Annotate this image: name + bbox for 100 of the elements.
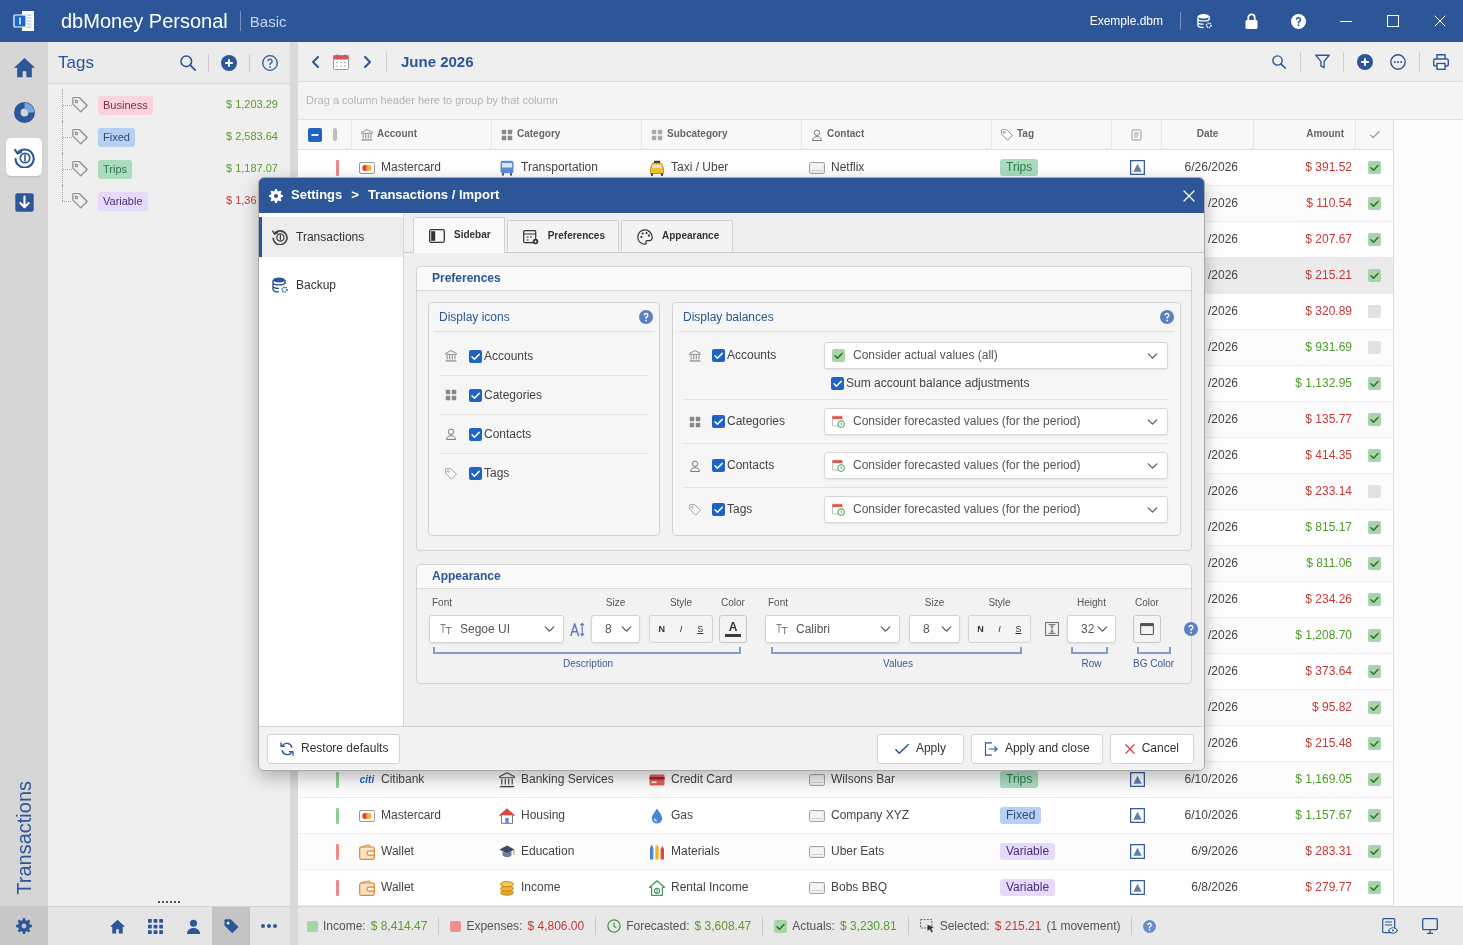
balance-mode-select[interactable]: Consider actual values (all) (824, 342, 1168, 369)
maximize-icon[interactable] (1386, 15, 1399, 27)
triangle-box-icon[interactable] (1129, 160, 1145, 175)
done-checkbox[interactable] (1368, 305, 1381, 318)
print-icon[interactable] (1433, 53, 1449, 70)
apply-and-close-button[interactable]: Apply and close (970, 733, 1103, 764)
done-checkbox[interactable] (1368, 197, 1381, 210)
view-button[interactable] (212, 907, 250, 945)
done-checkbox[interactable] (1368, 485, 1381, 498)
database-icon[interactable] (1197, 13, 1212, 29)
font-select[interactable]: Segoe UI (429, 615, 564, 643)
tag-label[interactable]: Business (98, 95, 153, 115)
tag-label[interactable]: Trips (98, 159, 133, 179)
done-checkbox[interactable] (1368, 809, 1381, 822)
filter-icon[interactable] (1314, 54, 1330, 69)
apply-button[interactable]: Apply (876, 733, 964, 764)
done-checkbox[interactable] (1368, 413, 1381, 426)
done-checkbox[interactable] (1368, 521, 1381, 534)
style-toggle[interactable]: I (671, 617, 691, 641)
background-color-button[interactable] (1133, 615, 1161, 643)
tag-label[interactable]: Variable (98, 191, 148, 211)
settings-nav-item[interactable]: Transactions (259, 217, 403, 257)
settings-tab[interactable]: Sidebar (413, 217, 505, 253)
triangle-box-icon[interactable] (1129, 844, 1145, 859)
restore-defaults-button[interactable]: Restore defaults (267, 733, 401, 764)
font-size-icon[interactable] (570, 621, 585, 637)
column-header[interactable]: Account (377, 128, 417, 141)
triangle-box-icon[interactable] (1129, 772, 1145, 787)
done-checkbox[interactable] (1368, 377, 1381, 390)
settings-tab[interactable]: Appearance (620, 220, 734, 252)
done-checkbox[interactable] (1368, 341, 1381, 354)
done-checkbox[interactable] (1368, 557, 1381, 570)
checkbox[interactable] (469, 388, 482, 402)
settings-tab[interactable]: Preferences (506, 220, 619, 252)
search-icon[interactable] (1272, 54, 1286, 69)
done-checkbox[interactable] (1368, 701, 1381, 714)
done-checkbox[interactable] (1368, 845, 1381, 858)
done-checkbox[interactable] (1368, 161, 1381, 174)
calendar-icon[interactable] (333, 53, 349, 70)
settings-icon[interactable] (16, 917, 32, 934)
style-toggle[interactable]: N (971, 617, 990, 641)
tag-label[interactable]: Fixed (98, 127, 135, 147)
add-icon[interactable] (221, 54, 237, 71)
help-icon[interactable] (1160, 310, 1174, 324)
checkbox[interactable] (831, 376, 844, 390)
checkbox[interactable] (469, 467, 482, 480)
balance-mode-select[interactable]: Consider forecasted values (for the period) (824, 496, 1168, 523)
column-header[interactable]: Date (1196, 128, 1219, 141)
style-toggle[interactable]: N (652, 617, 672, 641)
close-icon[interactable] (1433, 15, 1446, 27)
font-color-button[interactable]: A (719, 615, 747, 643)
select-all-checkbox[interactable] (308, 127, 322, 142)
chevron-right-icon[interactable] (363, 55, 371, 68)
checkbox[interactable] (712, 349, 725, 362)
checkbox[interactable] (712, 503, 725, 516)
size-select[interactable]: 8 (909, 615, 960, 643)
minimize-icon[interactable] (1339, 20, 1352, 22)
balance-mode-select[interactable]: Consider forecasted values (for the period) (824, 452, 1168, 479)
nav-rail-button[interactable] (6, 138, 42, 176)
close-icon[interactable] (1183, 189, 1195, 202)
style-toggle[interactable]: I (990, 617, 1009, 641)
help-icon[interactable] (1291, 13, 1306, 29)
done-checkbox[interactable] (1368, 737, 1381, 750)
help-icon[interactable] (262, 54, 278, 71)
checkbox[interactable] (712, 415, 725, 428)
lock-icon[interactable] (1245, 13, 1258, 29)
help-icon[interactable] (1184, 622, 1199, 636)
done-checkbox[interactable] (1368, 593, 1381, 606)
add-icon[interactable] (1357, 53, 1373, 70)
column-header[interactable]: Category (517, 128, 561, 141)
help-icon[interactable] (1143, 919, 1157, 933)
triangle-box-icon[interactable] (1129, 808, 1145, 823)
column-header[interactable]: Subcategory (667, 128, 728, 141)
cancel-button[interactable]: Cancel (1109, 733, 1194, 764)
font-select[interactable]: Calibri (765, 615, 900, 643)
balance-mode-select[interactable]: Consider forecasted values (for the period) (824, 408, 1168, 435)
done-checkbox[interactable] (1368, 773, 1381, 786)
monitor-icon[interactable] (1422, 918, 1438, 934)
checkbox[interactable] (469, 427, 482, 441)
settings-nav-item[interactable]: Backup (259, 265, 403, 305)
column-header[interactable]: Contact (827, 128, 865, 141)
done-checkbox[interactable] (1368, 449, 1381, 462)
triangle-box-icon[interactable] (1129, 880, 1145, 895)
done-checkbox[interactable] (1368, 665, 1381, 678)
done-checkbox[interactable] (1368, 629, 1381, 642)
done-checkbox[interactable] (1368, 269, 1381, 282)
line-height-icon[interactable] (1045, 622, 1059, 636)
checkbox[interactable] (469, 349, 482, 363)
style-toggle[interactable]: S (1009, 617, 1028, 641)
height-select[interactable]: 32 (1067, 615, 1116, 643)
style-toggle[interactable]: S (690, 617, 710, 641)
help-icon[interactable] (639, 310, 653, 324)
column-header[interactable]: Amount (1306, 128, 1344, 141)
size-select[interactable]: 8 (591, 615, 640, 643)
column-header[interactable]: Tag (1017, 128, 1035, 141)
chevron-left-icon[interactable] (311, 55, 319, 68)
document-eye-icon[interactable] (1382, 918, 1398, 934)
done-checkbox[interactable] (1368, 233, 1381, 246)
checkbox[interactable] (712, 459, 725, 472)
more-icon[interactable] (261, 924, 277, 928)
